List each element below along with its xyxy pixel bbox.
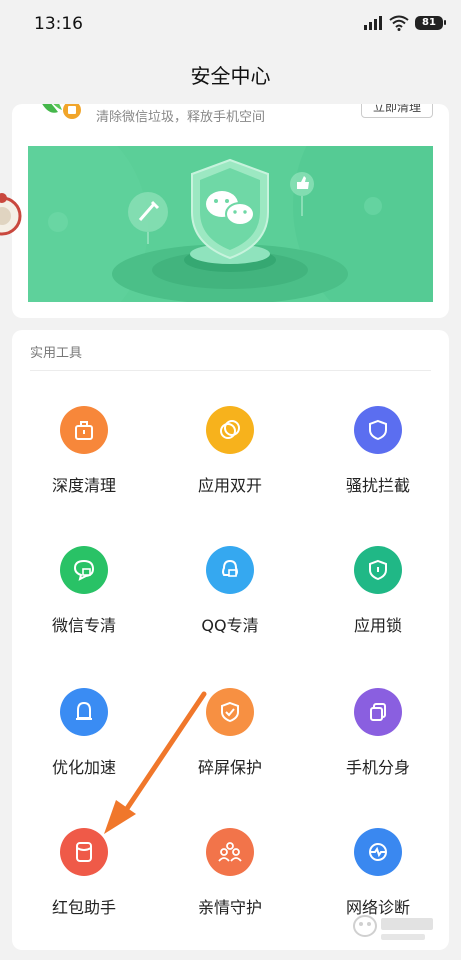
battery-indicator: 81 [415,16,446,30]
tool-label: 应用锁 [353,616,402,635]
cleanup-subtitle: 清除微信垃圾，释放手机空间 [96,110,266,125]
wechat-clean-icon [60,546,108,594]
family-icon [206,828,254,876]
wechat-banner[interactable] [28,146,433,302]
tool-deep-clean[interactable]: 深度清理 [14,406,154,496]
network-icon [354,828,402,876]
qq-clean-icon [206,546,254,594]
status-time: 13:16 [34,14,83,34]
signal-icon [364,16,382,30]
section-title: 实用工具 [30,346,83,361]
tool-dual-apps[interactable]: 应用双开 [160,406,300,496]
tool-app-lock[interactable]: 应用锁 [308,546,448,636]
tool-label: 手机分身 [345,758,410,777]
floating-mascot-icon[interactable] [0,190,22,246]
wechat-cleanup-card[interactable]: 清除微信垃圾，释放手机空间 立即清理 [12,104,449,318]
screen-shield-icon [206,688,254,736]
tool-label: 应用双开 [197,476,262,495]
lock-shield-icon [354,546,402,594]
trash-clean-icon [42,104,81,119]
bell-icon [60,688,108,736]
clean-now-button[interactable]: 立即清理 [361,104,433,118]
tool-network-diagnose[interactable]: 网络诊断 [308,828,448,918]
dual-circle-icon [206,406,254,454]
tool-label: 深度清理 [51,476,116,495]
tool-label: 红包助手 [51,898,116,917]
watermark-logo-icon [353,915,433,940]
tool-label: 骚扰拦截 [345,476,410,495]
tool-label: 亲情守护 [197,898,262,917]
wifi-icon [389,15,409,31]
copy-icon [354,688,402,736]
tool-harassment-block[interactable]: 骚扰拦截 [308,406,448,496]
briefcase-icon [60,406,108,454]
tool-qq-clean[interactable]: QQ专清 [160,546,300,636]
tool-optimize-speed[interactable]: 优化加速 [14,688,154,778]
tool-label: 优化加速 [51,758,116,777]
tool-label: QQ专清 [201,616,259,635]
status-bar: 13:16 81 [0,0,461,50]
shield-icon [354,406,402,454]
tool-family-guard[interactable]: 亲情守护 [160,828,300,918]
tool-wechat-clean[interactable]: 微信专清 [14,546,154,636]
tool-screen-protect[interactable]: 碎屏保护 [160,688,300,778]
tool-label: 微信专清 [51,616,116,635]
wechat-shield-illustration [28,146,433,302]
tools-card: 实用工具 深度清理 应用双开 骚扰拦截 微信专清 QQ专清 应用锁 优化加速 碎… [12,330,449,950]
status-icons: 81 [363,15,446,31]
tool-phone-clone[interactable]: 手机分身 [308,688,448,778]
page-title: 安全中心 [190,64,271,88]
section-divider [30,370,431,371]
tool-label: 碎屏保护 [197,758,262,777]
red-envelope-icon [60,828,108,876]
tool-red-envelope[interactable]: 红包助手 [14,828,154,918]
